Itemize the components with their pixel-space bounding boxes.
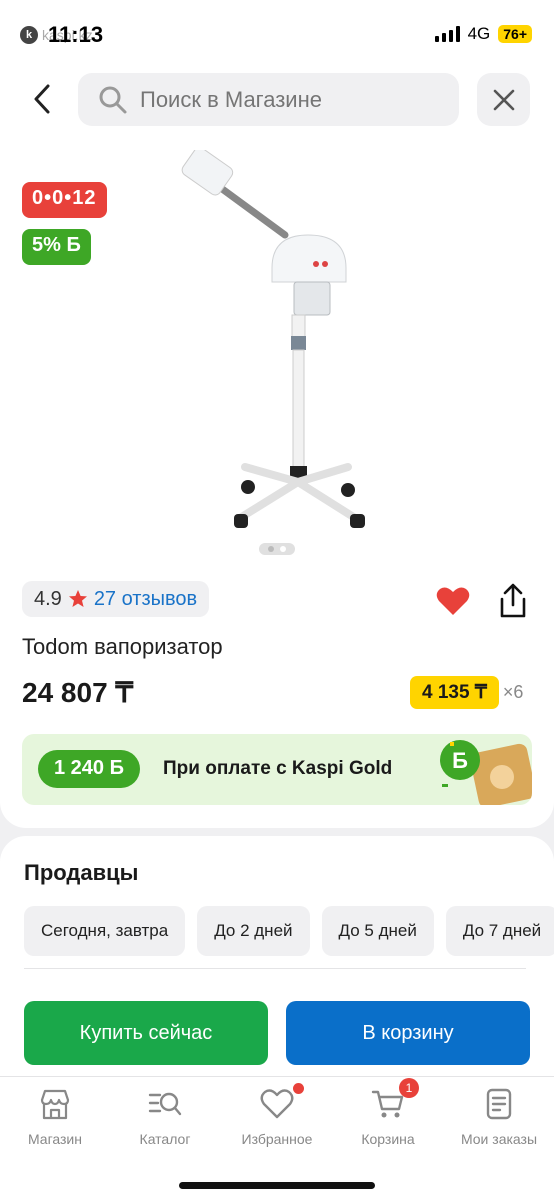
reviews-link[interactable]: 27 отзывов [94,588,197,611]
delivery-filters: Сегодня, завтра До 2 дней До 5 дней До 7… [24,906,554,956]
sellers-title: Продавцы [24,860,139,885]
divider [24,968,526,969]
search-input[interactable] [140,86,440,113]
product-title: Todom вапоризатор [22,634,223,659]
nav-item-favorites[interactable]: Избранное [222,1083,332,1147]
installment-months: ×6 [502,682,524,702]
rating-chip[interactable]: 4.9 27 отзывов [22,581,210,617]
product-image[interactable] [170,150,390,540]
add-to-cart-button[interactable]: В корзину [286,1001,530,1065]
status-time: 11:13 [48,22,104,47]
kaspi-gold-banner[interactable]: 1 240 Б При оплате с Kaspi Gold Б [22,734,532,805]
nav-item-cart[interactable]: 1 Корзина [333,1078,443,1147]
search-bar[interactable] [78,73,459,126]
catalog-icon [148,1087,182,1121]
battery-icon: 76+ [498,25,532,43]
gold-bonus-amount: 1 240 Б [38,750,140,788]
nav-label-favorites: Избранное [241,1131,313,1147]
product-card: 0•0•12 5% Б 4.9 27 отзывов Todom вапориз… [0,130,554,828]
status-bar: k kaspi.kz 11:13 4G 76+ [0,0,554,70]
cart-icon: 1 [371,1078,419,1121]
orders-icon [482,1087,516,1121]
bottom-nav: Магазин Каталог Избранное 1 Корзина Мои … [0,1076,554,1200]
close-button[interactable] [477,73,530,126]
installment-info[interactable]: 4 135 ₸ ×6 [410,676,523,709]
timer-badge: 0•0•12 [22,182,107,218]
close-icon [493,89,514,110]
home-indicator [179,1182,375,1189]
chevron-left-icon [34,84,50,114]
status-right: 4G 76+ [434,24,532,44]
filter-2-days[interactable]: До 2 дней [197,906,310,956]
signal-icon [434,26,460,42]
nav-label-catalog: Каталог [139,1131,191,1147]
filter-today-tomorrow[interactable]: Сегодня, завтра [24,906,186,956]
header [0,70,554,130]
rating-score: 4.9 [34,587,62,610]
sellers-section: Продавцы Сегодня, завтра До 2 дней До 5 … [0,836,554,1086]
network-label: 4G [467,24,491,43]
nav-item-orders[interactable]: Мои заказы [444,1087,554,1147]
nav-label-cart: Корзина [361,1131,415,1147]
store-icon [38,1087,72,1121]
heart-icon[interactable] [436,586,470,616]
kaspi-logo-icon: k [20,26,38,44]
nav-label-orders: Мои заказы [460,1131,538,1147]
star-icon [68,590,87,607]
search-icon [99,86,127,113]
nav-label-store: Магазин [27,1131,82,1147]
image-pager[interactable] [259,543,295,555]
kaspi-gold-card-icon: Б [440,740,532,805]
page: k kaspi.kz 11:13 4G 76+ 0•0•12 5% Б [0,0,554,1200]
filter-7-days[interactable]: До 7 дней [445,906,554,956]
svg-text:Б: Б [452,748,468,773]
nav-item-catalog[interactable]: Каталог [110,1087,220,1147]
product-price: 24 807 ₸ [22,677,134,708]
nav-item-store[interactable]: Магазин [0,1087,110,1147]
bonus-badge: 5% Б [22,229,91,265]
filter-5-days[interactable]: До 5 дней [321,906,434,956]
share-icon[interactable] [497,583,529,619]
favorites-dot [293,1083,304,1094]
heart-outline-icon [260,1083,304,1121]
cart-count-badge: 1 [399,1078,419,1098]
buy-now-button[interactable]: Купить сейчас [24,1001,268,1065]
back-button[interactable] [28,82,58,116]
installment-amount: 4 135 ₸ [410,676,499,709]
gold-bonus-text: При оплате с Kaspi Gold [163,758,393,779]
